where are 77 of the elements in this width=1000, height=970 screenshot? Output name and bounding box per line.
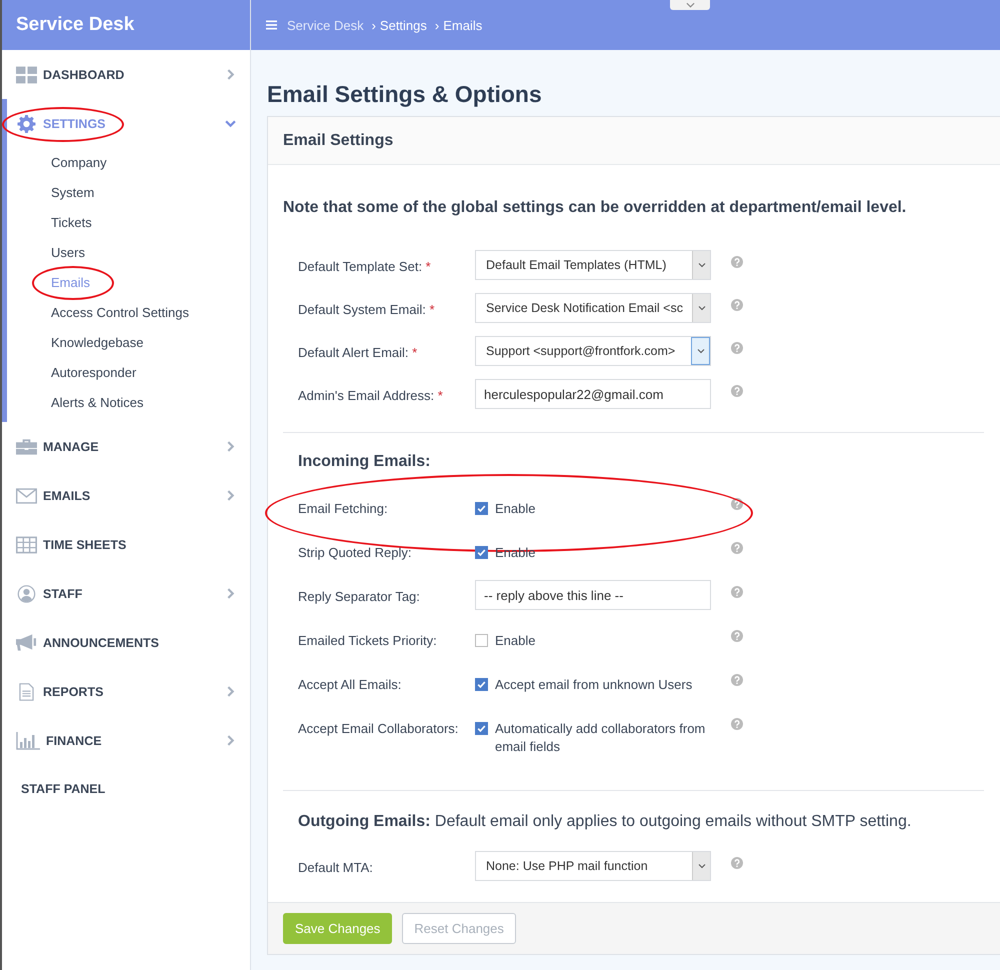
table-icon — [16, 536, 37, 554]
nav-item[interactable]: EMAILS — [7, 471, 250, 520]
chevron-down-icon — [696, 262, 706, 268]
checkbox[interactable] — [475, 634, 488, 647]
bar-chart-icon — [16, 732, 40, 750]
breadcrumb-separator: › — [372, 18, 376, 32]
user-icon — [16, 584, 37, 602]
field-label: Default MTA: — [298, 859, 374, 877]
help-icon[interactable] — [731, 299, 743, 311]
section-heading: Outgoing Emails: Default email only applies to outgoing emails without SMTP setting. — [297, 812, 912, 832]
field-label: Default Template Set: * — [298, 258, 432, 276]
gear-icon — [16, 114, 37, 132]
dropdown[interactable]: None: Use PHP mail function — [475, 851, 711, 881]
nav-item[interactable]: TIME SHEETS — [7, 520, 250, 569]
help-icon[interactable] — [731, 586, 743, 598]
help-icon[interactable] — [731, 674, 743, 686]
checkbox[interactable] — [475, 546, 488, 559]
field-label: Admin's Email Address: * — [298, 387, 444, 405]
field-label: Email Fetching: — [298, 500, 389, 518]
nav-item[interactable]: MANAGE — [7, 422, 250, 471]
field-label: Accept Email Collaborators: — [298, 720, 460, 738]
help-icon[interactable] — [731, 630, 743, 642]
submenu-item[interactable]: Knowledgebase — [7, 328, 250, 358]
nav-item[interactable]: STAFF — [7, 569, 250, 618]
field-label: Emailed Tickets Priority: — [298, 632, 438, 650]
dropdown[interactable]: Support <support@frontfork.com> — [475, 336, 711, 366]
section-heading: Note that some of the global settings can be overridden at department/email level. — [283, 198, 908, 218]
collapse-handle[interactable] — [670, 0, 710, 10]
submenu-item[interactable]: Company — [7, 148, 250, 178]
chevron-down-icon — [696, 305, 706, 311]
checkbox-label: Accept email from unknown Users — [495, 676, 692, 694]
checkbox[interactable] — [475, 722, 488, 735]
nav-item[interactable]: REPORTS — [7, 667, 250, 716]
help-icon[interactable] — [731, 542, 743, 554]
help-icon[interactable] — [731, 498, 743, 510]
app-title: Service Desk — [16, 14, 134, 36]
help-icon[interactable] — [731, 385, 743, 397]
briefcase-icon — [16, 438, 37, 456]
field-label: Strip Quoted Reply: — [298, 544, 412, 562]
submenu-item[interactable]: Users — [7, 238, 250, 268]
submenu-item[interactable]: Access Control Settings — [7, 298, 250, 328]
nav-item[interactable]: DASHBOARD — [7, 50, 250, 99]
menu-icon[interactable] — [266, 20, 277, 30]
envelope-icon — [16, 486, 37, 504]
breadcrumb-separator: › — [434, 18, 440, 32]
megaphone-icon — [16, 634, 37, 652]
submenu-item[interactable]: Autoresponder — [7, 358, 250, 388]
checkbox-label: Enable — [495, 500, 536, 518]
help-icon[interactable] — [731, 256, 743, 268]
field-label: Default System Email: * — [298, 301, 436, 319]
chevron-down-icon — [696, 863, 706, 869]
nav-item[interactable]: ANNOUNCEMENTS — [7, 618, 250, 667]
input-field[interactable]: -- reply above this line -- — [475, 580, 711, 610]
dropdown[interactable]: Default Email Templates (HTML) — [475, 250, 711, 280]
staff-panel-link[interactable]: STAFF PANEL — [2, 765, 250, 814]
help-icon[interactable] — [731, 342, 743, 354]
nav-item[interactable]: FINANCE — [7, 716, 250, 765]
submenu-item[interactable]: Alerts & Notices — [7, 388, 250, 418]
page-title: Email Settings & Options — [267, 81, 543, 108]
field-label: Reply Separator Tag: — [298, 588, 421, 606]
field-label: Accept All Emails: — [298, 676, 402, 694]
input-field[interactable]: herculespopular22@gmail.com — [475, 379, 711, 409]
submenu-item[interactable]: Tickets — [7, 208, 250, 238]
section-heading: Incoming Emails: — [297, 452, 432, 472]
dropdown[interactable]: Service Desk Notification Email <sc — [475, 293, 711, 323]
submenu-item[interactable]: System — [7, 178, 250, 208]
checkbox[interactable] — [475, 678, 488, 691]
field-label: Default Alert Email: * — [298, 344, 418, 362]
checkbox-label: Enable — [495, 632, 536, 650]
grid-icon — [16, 66, 37, 84]
help-icon[interactable] — [731, 857, 743, 869]
panel-title: Email Settings — [283, 132, 394, 150]
checkbox-label: Automatically add collaborators from email fields — [495, 720, 706, 756]
checkbox[interactable] — [475, 502, 488, 515]
help-icon[interactable] — [731, 718, 743, 730]
chevron-down-icon — [686, 2, 694, 8]
chevron-down-icon — [696, 348, 706, 354]
